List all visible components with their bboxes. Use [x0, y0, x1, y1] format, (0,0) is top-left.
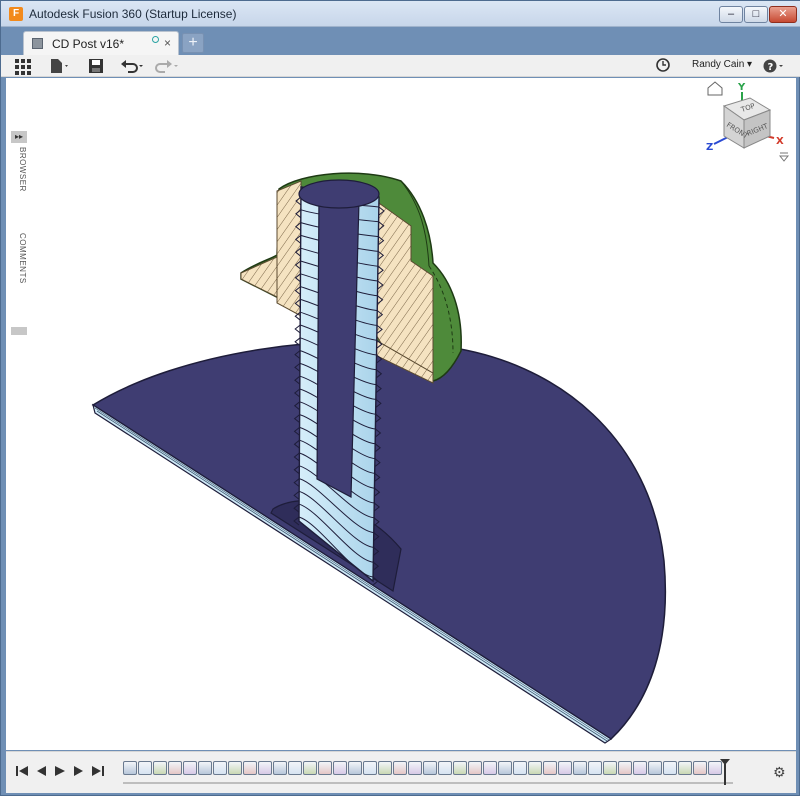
- redo-icon: [155, 60, 178, 73]
- timeline-feature-icon[interactable]: [273, 761, 287, 775]
- timeline-feature-icon[interactable]: [138, 761, 152, 775]
- timeline-feature-icon[interactable]: [333, 761, 347, 775]
- timeline-marker-handle[interactable]: [720, 759, 730, 785]
- timeline-feature-icon[interactable]: [168, 761, 182, 775]
- timeline-feature-icon[interactable]: [618, 761, 632, 775]
- play-icon[interactable]: [54, 765, 66, 780]
- timeline-feature-icon[interactable]: [318, 761, 332, 775]
- timeline-feature-icon[interactable]: [498, 761, 512, 775]
- timeline-feature-icon[interactable]: [258, 761, 272, 775]
- viewcube-menu-icon[interactable]: [778, 152, 790, 162]
- timeline-feature-icon[interactable]: [198, 761, 212, 775]
- timeline-feature-icon[interactable]: [123, 761, 137, 775]
- timeline-feature-icon[interactable]: [363, 761, 377, 775]
- job-status-button[interactable]: [656, 58, 670, 74]
- fusion-window: F Autodesk Fusion 360 (Startup License) …: [0, 0, 800, 796]
- redo-button[interactable]: [154, 58, 180, 74]
- step-back-icon[interactable]: [35, 765, 47, 780]
- help-menu-button[interactable]: ?: [763, 58, 787, 74]
- timeline-settings-gear-icon[interactable]: ⚙: [773, 764, 786, 781]
- section-view-model: [91, 172, 667, 744]
- timeline-feature-icon[interactable]: [393, 761, 407, 775]
- timeline-feature-icon[interactable]: [528, 761, 542, 775]
- svg-text:?: ?: [768, 62, 774, 73]
- unsaved-indicator-icon: [152, 36, 159, 43]
- user-account-menu[interactable]: Randy Cain ▾: [692, 59, 752, 70]
- timeline-feature-icon[interactable]: [408, 761, 422, 775]
- timeline-feature-icon[interactable]: [288, 761, 302, 775]
- timeline-feature-icon[interactable]: [423, 761, 437, 775]
- timeline-feature-icon[interactable]: [468, 761, 482, 775]
- timeline-feature-icon[interactable]: [633, 761, 647, 775]
- home-icon[interactable]: [707, 81, 723, 96]
- quick-access-toolbar: Randy Cain ▾ ?: [1, 55, 800, 77]
- 3d-viewport[interactable]: ▸▸ BROWSER COMMENTS TOP FRONT RIGHT Y X …: [6, 78, 796, 750]
- save-icon: [89, 59, 103, 73]
- document-tab[interactable]: CD Post v16* ×: [23, 31, 179, 55]
- timeline-feature-icon[interactable]: [693, 761, 707, 775]
- help-icon: ?: [763, 59, 783, 73]
- timeline-feature-icon[interactable]: [513, 761, 527, 775]
- comments-tab[interactable]: COMMENTS: [11, 233, 27, 284]
- timeline-feature-icon[interactable]: [213, 761, 227, 775]
- timeline-feature-icon[interactable]: [183, 761, 197, 775]
- timeline-feature-icon[interactable]: [483, 761, 497, 775]
- clock-icon: [656, 58, 670, 72]
- z-axis-label: Z: [706, 142, 713, 153]
- timeline-feature-icon[interactable]: [678, 761, 692, 775]
- undo-icon: [121, 60, 143, 73]
- x-axis-label: X: [776, 136, 784, 147]
- design-document-icon: [32, 38, 43, 49]
- timeline-feature-icon[interactable]: [543, 761, 557, 775]
- browser-panel-collapsed[interactable]: ▸▸ BROWSER COMMENTS: [9, 129, 29, 337]
- maximize-icon: □: [752, 8, 760, 20]
- viewcube[interactable]: TOP FRONT RIGHT Y X Z: [696, 78, 790, 168]
- timeline-feature-icon[interactable]: [648, 761, 662, 775]
- fusion-app-icon: F: [9, 7, 23, 21]
- close-icon: ✕: [778, 8, 788, 20]
- go-to-start-icon[interactable]: [16, 765, 28, 780]
- post-top-opening: [298, 179, 380, 209]
- document-tab-label: CD Post v16*: [52, 37, 125, 51]
- undo-button[interactable]: [120, 58, 146, 74]
- close-button[interactable]: ✕: [769, 6, 797, 23]
- timeline-feature-icon[interactable]: [348, 761, 362, 775]
- timeline-feature-icon[interactable]: [228, 761, 242, 775]
- step-forward-icon[interactable]: [73, 765, 85, 780]
- timeline-feature-icon[interactable]: [573, 761, 587, 775]
- timeline-feature-icon[interactable]: [588, 761, 602, 775]
- minimize-icon: –: [727, 8, 735, 20]
- title-bar[interactable]: F Autodesk Fusion 360 (Startup License) …: [1, 1, 800, 27]
- new-tab-button[interactable]: +: [182, 33, 204, 53]
- timeline-feature-track[interactable]: [123, 761, 733, 783]
- y-axis-label: Y: [737, 82, 746, 93]
- timeline-feature-icon[interactable]: [243, 761, 257, 775]
- post-bore: [316, 192, 360, 498]
- timeline-feature-icon[interactable]: [663, 761, 677, 775]
- document-tab-strip: CD Post v16* × +: [1, 27, 800, 55]
- window-title: Autodesk Fusion 360 (Startup License): [29, 7, 237, 21]
- go-to-end-icon[interactable]: [92, 765, 104, 780]
- minimize-button[interactable]: –: [719, 6, 743, 23]
- tab-close-icon[interactable]: ×: [164, 36, 171, 50]
- save-button[interactable]: [88, 58, 104, 74]
- timeline-feature-icon[interactable]: [303, 761, 317, 775]
- file-icon: [51, 59, 68, 73]
- panel-resize-handle[interactable]: [11, 327, 27, 335]
- timeline-feature-icon[interactable]: [153, 761, 167, 775]
- timeline-feature-icon[interactable]: [603, 761, 617, 775]
- browser-tab[interactable]: BROWSER: [11, 147, 27, 192]
- timeline-bar: ⚙: [6, 751, 796, 793]
- timeline-baseline: [123, 782, 733, 784]
- timeline-feature-icon[interactable]: [438, 761, 452, 775]
- timeline-feature-icon[interactable]: [558, 761, 572, 775]
- timeline-feature-icon[interactable]: [453, 761, 467, 775]
- expand-panel-icon[interactable]: ▸▸: [11, 131, 27, 143]
- timeline-feature-icon[interactable]: [378, 761, 392, 775]
- maximize-button[interactable]: □: [744, 6, 768, 23]
- file-menu-button[interactable]: [49, 58, 71, 74]
- app-grid-icon[interactable]: [15, 58, 31, 75]
